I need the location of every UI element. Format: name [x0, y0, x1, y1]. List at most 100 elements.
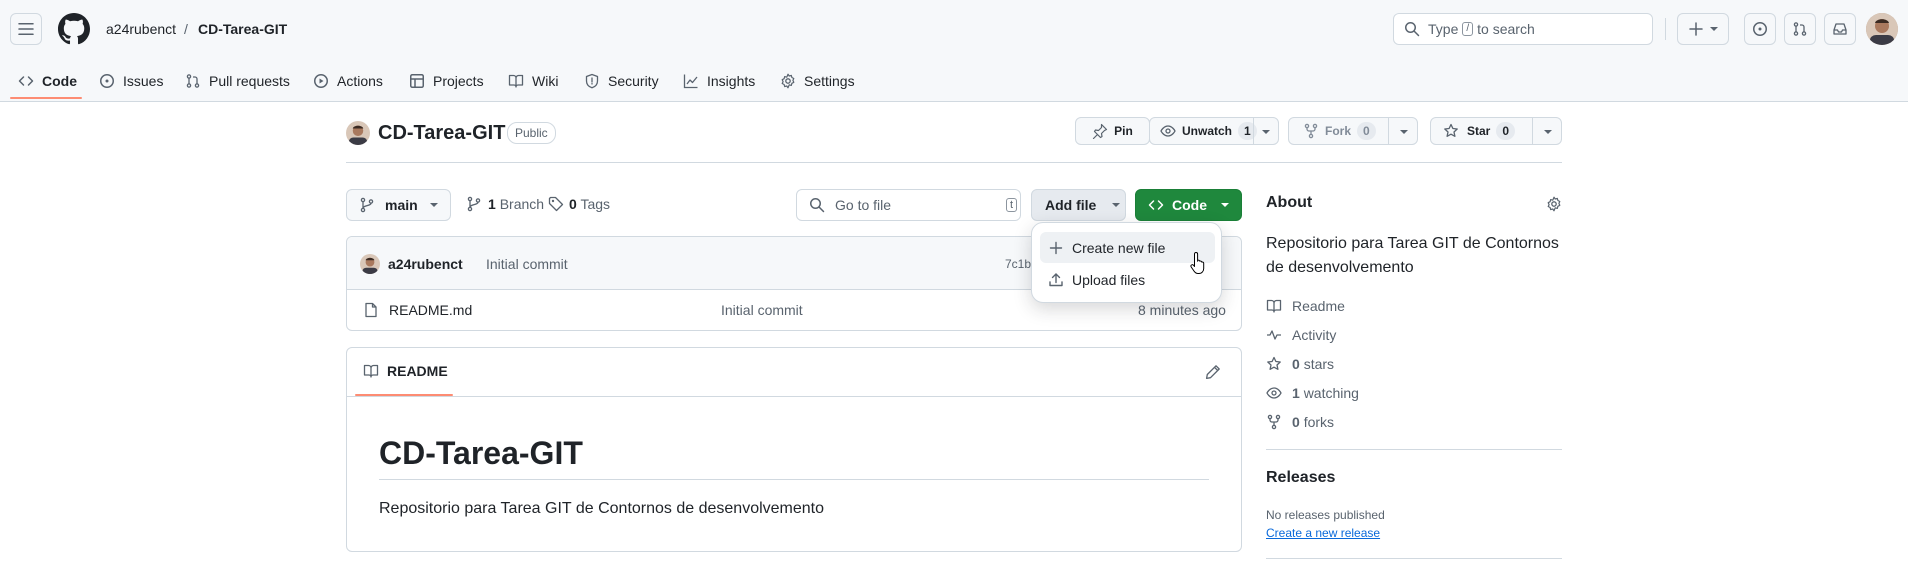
readme-tab-underline — [355, 394, 453, 396]
search-input[interactable]: Type / to search — [1393, 13, 1653, 45]
tab-actions[interactable]: Actions — [313, 62, 383, 100]
search-prefix: Type — [1428, 21, 1459, 37]
shield-icon — [584, 73, 600, 89]
fork-button-group[interactable]: Fork 0 — [1288, 117, 1418, 145]
create-release-link[interactable]: Create a new release — [1266, 526, 1380, 540]
branch-selector[interactable]: main — [346, 189, 451, 221]
breadcrumb-owner[interactable]: a24rubenct — [106, 20, 176, 38]
activity-link[interactable]: Activity — [1266, 327, 1336, 343]
eye-icon — [1266, 385, 1282, 401]
pin-button[interactable]: Pin — [1075, 117, 1150, 145]
readme-panel: README CD-Tarea-GIT Repositorio para Tar… — [346, 347, 1242, 552]
search-suffix: to search — [1477, 21, 1535, 37]
gear-icon[interactable] — [1546, 196, 1562, 212]
add-file-button[interactable]: Add file — [1031, 189, 1126, 221]
repo-header-divider — [346, 162, 1562, 163]
tab-pull-requests[interactable]: Pull requests — [185, 62, 290, 100]
pencil-icon[interactable] — [1205, 364, 1221, 380]
watch-button-group[interactable]: Unwatch 1 — [1149, 117, 1279, 145]
play-icon — [313, 73, 329, 89]
gear-icon — [780, 73, 796, 89]
readme-header — [347, 348, 1241, 397]
fork-counter: 0 — [1357, 122, 1376, 140]
triangle-down-icon — [1221, 201, 1229, 209]
menu-button[interactable] — [10, 13, 42, 45]
repo-avatar — [346, 121, 370, 145]
go-to-file-input[interactable]: Go to file t — [796, 189, 1021, 221]
hand-pointer-cursor-icon — [1190, 251, 1208, 275]
readme-tab[interactable]: README — [363, 363, 448, 379]
hamburger-icon — [18, 21, 34, 37]
stars-link[interactable]: 0 stars — [1266, 356, 1334, 372]
tab-projects[interactable]: Projects — [409, 62, 484, 100]
pulse-icon — [1266, 327, 1282, 343]
create-new-file-item[interactable]: Create new file — [1040, 232, 1215, 263]
branch-icon — [466, 196, 482, 212]
issue-icon — [99, 73, 115, 89]
commit-author[interactable]: a24rubenct — [388, 256, 463, 272]
tab-label: Issues — [123, 73, 164, 89]
tab-issues[interactable]: Issues — [99, 62, 163, 100]
triangle-down-icon — [1112, 201, 1121, 209]
tab-settings[interactable]: Settings — [780, 62, 855, 100]
star-divider — [1532, 118, 1533, 144]
branches-link[interactable]: 1 Branch — [466, 196, 544, 212]
go-to-file-shortcut: t — [1006, 198, 1018, 212]
releases-divider — [1266, 558, 1562, 559]
plus-icon — [1688, 21, 1704, 37]
tab-label: Insights — [707, 73, 756, 89]
search-shortcut-key: / — [1462, 22, 1474, 36]
tags-label: Tags — [580, 196, 611, 212]
tab-label: Security — [608, 73, 659, 89]
fork-icon — [1266, 414, 1282, 430]
triangle-down-icon[interactable] — [1262, 128, 1270, 136]
watching-link[interactable]: 1 watching — [1266, 385, 1359, 401]
tags-link[interactable]: 0 Tags — [548, 196, 610, 212]
selected-tab-indicator — [10, 97, 82, 99]
create-new-button[interactable] — [1677, 13, 1729, 45]
readme-link[interactable]: Readme — [1266, 298, 1345, 314]
star-button-group[interactable]: Star 0 — [1430, 117, 1562, 145]
triangle-down-icon[interactable] — [1544, 128, 1552, 136]
code-label: Code — [1172, 197, 1207, 213]
eye-icon — [1160, 123, 1176, 139]
commit-message[interactable]: Initial commit — [486, 256, 568, 272]
code-button[interactable]: Code — [1135, 189, 1242, 221]
inbox-button[interactable] — [1824, 13, 1856, 45]
search-icon — [1404, 21, 1420, 37]
commit-hash[interactable]: 7c1b — [1005, 257, 1031, 271]
file-name-link[interactable]: README.md — [389, 302, 472, 318]
tab-label: Wiki — [532, 73, 559, 89]
issue-icon — [1752, 21, 1768, 37]
tab-label: Projects — [433, 73, 484, 89]
triangle-down-icon[interactable] — [1400, 128, 1408, 136]
breadcrumb-repo[interactable]: CD-Tarea-GIT — [198, 20, 287, 38]
pull-request-icon — [185, 73, 201, 89]
star-label: Star — [1467, 124, 1491, 138]
tab-code[interactable]: Code — [18, 62, 77, 100]
tab-wiki[interactable]: Wiki — [508, 62, 558, 100]
branches-count: 1 — [488, 196, 496, 212]
github-logo-icon[interactable] — [58, 13, 90, 45]
forks-link[interactable]: 0 forks — [1266, 414, 1334, 430]
stars-count: 0 — [1292, 356, 1300, 372]
upload-files-item[interactable]: Upload files — [1040, 264, 1215, 295]
tab-label: Code — [42, 73, 77, 89]
tab-security[interactable]: Security — [584, 62, 659, 100]
issues-button[interactable] — [1744, 13, 1776, 45]
readme-title: CD-Tarea-GIT — [379, 435, 583, 471]
readme-body: Repositorio para Tarea GIT de Contornos … — [379, 500, 825, 517]
watching-count: 1 — [1292, 385, 1300, 401]
about-description: Repositorio para Tarea GIT de Contornos … — [1266, 235, 1559, 276]
avatar[interactable] — [1866, 13, 1898, 45]
releases-title[interactable]: Releases — [1266, 469, 1335, 487]
branches-label: Branch — [499, 196, 545, 212]
tab-insights[interactable]: Insights — [683, 62, 755, 100]
pull-requests-button[interactable] — [1784, 13, 1816, 45]
star-icon — [1266, 356, 1282, 372]
plus-icon — [1048, 240, 1064, 256]
forks-count: 0 — [1292, 414, 1300, 430]
file-commit-message[interactable]: Initial commit — [721, 302, 803, 318]
repo-title[interactable]: CD-Tarea-GIT — [378, 120, 505, 146]
commit-author-avatar[interactable] — [360, 254, 380, 274]
